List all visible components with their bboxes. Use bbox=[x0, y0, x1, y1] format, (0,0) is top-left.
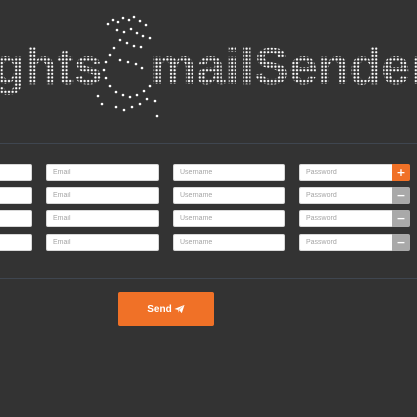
send-button[interactable]: Send bbox=[118, 292, 214, 326]
password-field[interactable] bbox=[299, 187, 393, 204]
password-field[interactable] bbox=[299, 164, 393, 181]
email-field[interactable] bbox=[46, 164, 159, 181]
page: ghts mailSender Email Username + Email U… bbox=[0, 0, 417, 417]
add-row-button[interactable]: + bbox=[392, 164, 410, 181]
recipient-row: − bbox=[0, 234, 417, 251]
logo-text-left: ghts bbox=[0, 38, 103, 96]
remove-row-button[interactable]: − bbox=[392, 210, 410, 227]
username-field[interactable] bbox=[173, 210, 285, 227]
app-logo: ghts mailSender bbox=[0, 15, 417, 118]
remove-row-button[interactable]: − bbox=[392, 187, 410, 204]
email-field[interactable] bbox=[46, 210, 159, 227]
name-field[interactable] bbox=[0, 210, 32, 227]
remove-row-button[interactable]: − bbox=[392, 234, 410, 251]
recipient-row: − bbox=[0, 210, 417, 227]
recipient-row: − bbox=[0, 187, 417, 204]
logo-text-right: mailSender bbox=[150, 38, 417, 96]
send-button-content: Send bbox=[147, 303, 185, 315]
name-field[interactable] bbox=[0, 187, 32, 204]
name-field[interactable] bbox=[0, 164, 32, 181]
email-field[interactable] bbox=[46, 187, 159, 204]
username-field[interactable] bbox=[173, 164, 285, 181]
username-field[interactable] bbox=[173, 187, 285, 204]
send-button-label: Send bbox=[147, 303, 172, 315]
recipient-row: + bbox=[0, 164, 417, 181]
top-divider bbox=[0, 143, 417, 144]
username-field[interactable] bbox=[173, 234, 285, 251]
password-field[interactable] bbox=[299, 234, 393, 251]
email-field[interactable] bbox=[46, 234, 159, 251]
password-field[interactable] bbox=[299, 210, 393, 227]
paper-plane-icon bbox=[174, 304, 185, 314]
bottom-divider bbox=[0, 278, 417, 279]
name-field[interactable] bbox=[0, 234, 32, 251]
